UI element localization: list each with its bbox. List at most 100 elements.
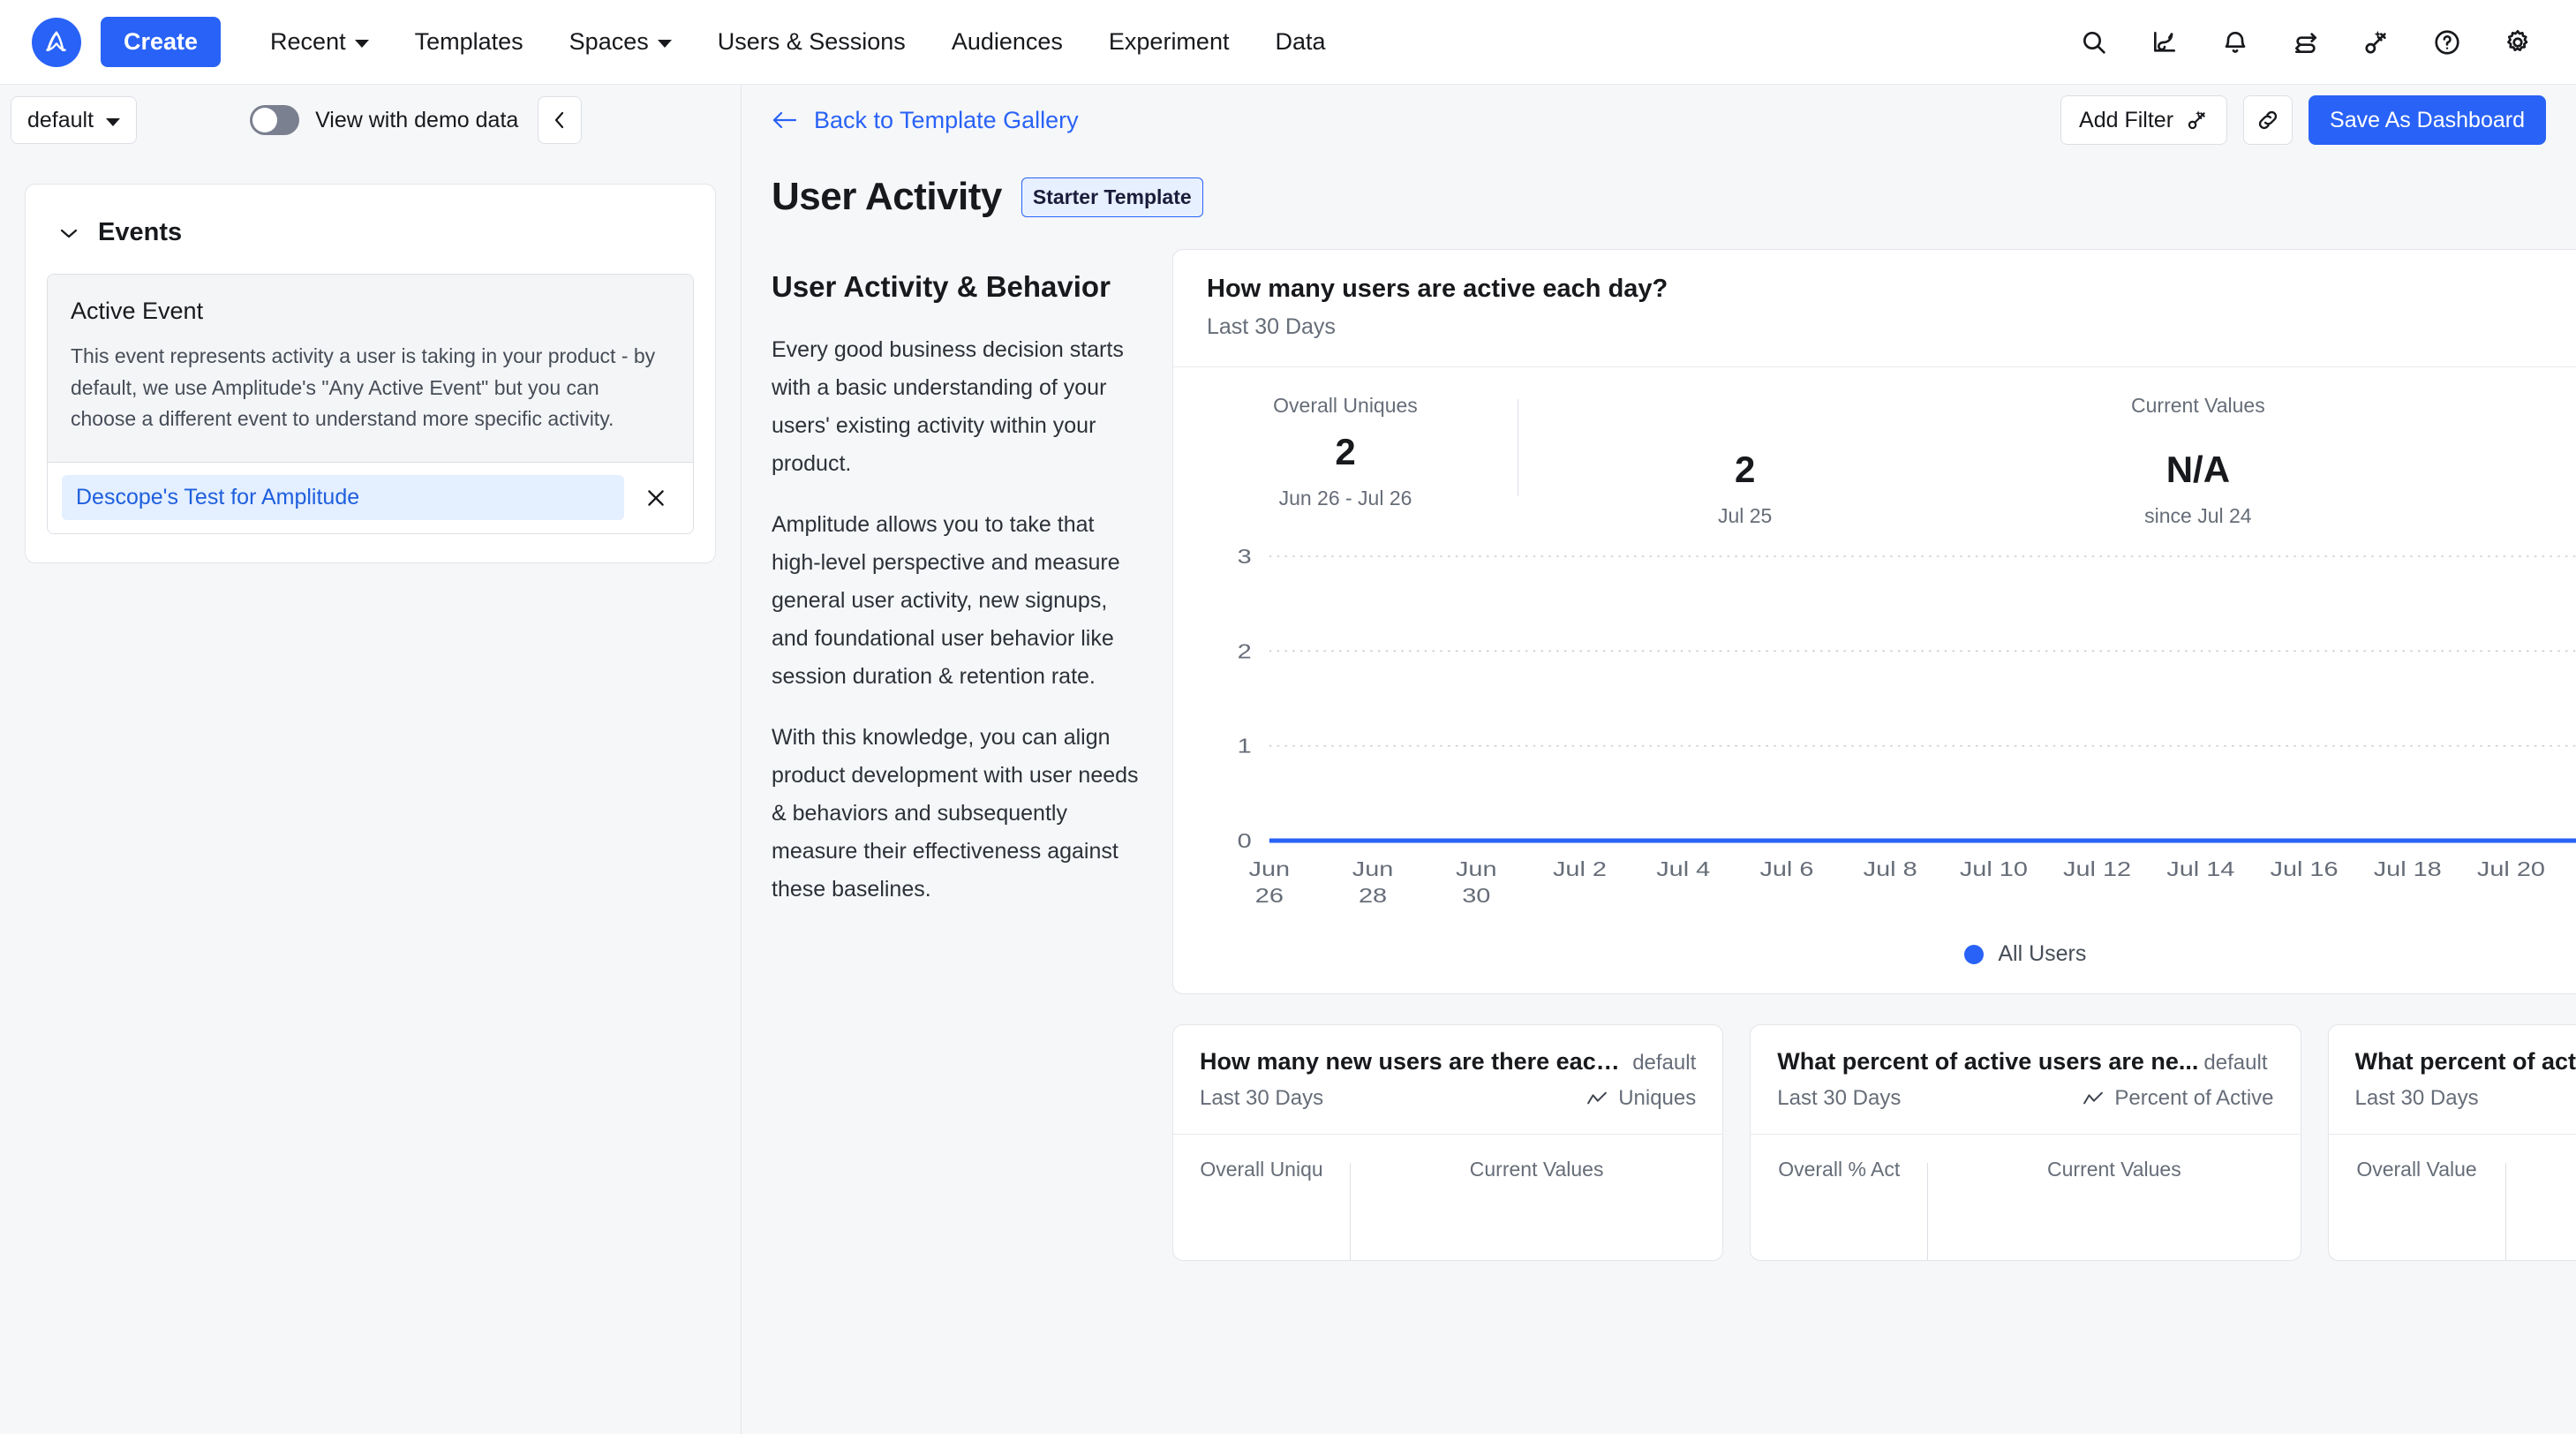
nav-icon-group — [2078, 26, 2544, 58]
x-axis-tick-label: Jul 4 — [1656, 857, 1710, 880]
help-circle-icon[interactable] — [2431, 26, 2463, 58]
chart-metric-type: Percent of Active — [2083, 1086, 2273, 1111]
legend-color-swatch — [1964, 945, 1984, 964]
x-axis-tick-label: Jun30 — [1456, 857, 1497, 907]
current-value-sub: since Jul 24 — [1971, 504, 2424, 528]
nav-item-label: Users & Sessions — [718, 28, 906, 56]
nav-item-label: Data — [1275, 28, 1325, 56]
nav-item-data[interactable]: Data — [1252, 28, 1348, 56]
back-to-template-gallery-link[interactable]: Back to Template Gallery — [772, 107, 1079, 134]
active-event-box: Active Event This event represents activ… — [47, 274, 694, 534]
sub-toolbar: default View with demo data Back to Temp… — [0, 85, 2576, 155]
magic-key-icon[interactable] — [2361, 26, 2392, 58]
sub-toolbar-right: Back to Template Gallery Add Filter — [742, 85, 2576, 155]
line-chart-icon — [1586, 1091, 1608, 1106]
chart-date-range: Last 30 Days — [1207, 314, 1336, 340]
project-select[interactable]: default — [11, 96, 137, 144]
sub-toolbar-actions: Add Filter Save As Dashboard — [2060, 95, 2546, 145]
x-axis-tick-label: Jul 2 — [1553, 857, 1607, 880]
bottom-chart-header: How many new users are there each ... de… — [1173, 1025, 1722, 1134]
chart-date-range: Last 30 Days — [2355, 1086, 2479, 1111]
overall-metric: Overall % Act — [1751, 1158, 1927, 1260]
y-axis-tick-label: 1 — [1238, 735, 1252, 758]
create-button[interactable]: Create — [101, 17, 221, 67]
main-chart-card[interactable]: How many users are active each day? defa… — [1172, 249, 2576, 994]
remove-event-button[interactable] — [633, 475, 679, 521]
bottom-cards-row: How many new users are there each ... de… — [1172, 1024, 2576, 1261]
events-section-title: Events — [98, 218, 182, 247]
current-value: N/A — [2425, 451, 2576, 488]
template-content: User Activity Starter Template User Acti… — [742, 155, 2576, 1434]
charts-column: How many users are active each day? defa… — [1172, 249, 2576, 1261]
search-icon[interactable] — [2078, 26, 2110, 58]
nav-item-spaces[interactable]: Spaces — [546, 28, 695, 56]
link-icon — [2256, 108, 2280, 132]
demo-data-toggle-label: View with demo data — [315, 108, 518, 133]
bottom-chart-body: Overall Value Current Values — [2329, 1134, 2576, 1260]
current-value: N/A — [1971, 451, 2424, 488]
nav-item-label: Recent — [270, 28, 346, 56]
x-axis-tick-label: Jul 6 — [1759, 857, 1813, 880]
y-axis-tick-label: 0 — [1238, 829, 1252, 852]
chart-metric-label: Uniques — [1618, 1086, 1696, 1111]
nav-item-experiment[interactable]: Experiment — [1086, 28, 1253, 56]
nav-item-recent[interactable]: Recent — [247, 28, 392, 56]
copy-link-button[interactable] — [2243, 95, 2293, 145]
chevron-left-icon — [551, 109, 569, 132]
events-card: Events Active Event This event represent… — [25, 184, 716, 563]
x-axis-tick-label: Jul 12 — [2063, 857, 2131, 880]
bottom-chart-body: Overall % Act Current Values — [1751, 1134, 2300, 1260]
overall-metric: Overall Value — [2329, 1158, 2505, 1260]
page-title-row: User Activity Starter Template — [742, 155, 2576, 249]
current-values-group: Current Values — [1351, 1158, 1722, 1260]
chart-legend: All Users — [1173, 922, 2576, 993]
bottom-chart-body: Overall Uniqu Current Values — [1173, 1134, 1722, 1260]
demo-data-toggle[interactable] — [250, 105, 299, 135]
amplitude-logo[interactable] — [32, 18, 81, 67]
gear-icon[interactable] — [2502, 26, 2534, 58]
metrics-row: Overall Uniques 2 Jun 26 - Jul 26 Curren… — [1173, 367, 2576, 542]
current-values-label: Current Values — [1518, 394, 2576, 418]
nav-item-templates[interactable]: Templates — [392, 28, 546, 56]
collapse-panel-button[interactable] — [538, 96, 582, 144]
demo-data-toggle-group: View with demo data — [250, 105, 518, 135]
bottom-chart-card[interactable]: What percent of active users are ne... d… — [1750, 1024, 2301, 1261]
active-event-title: Active Event — [71, 298, 670, 325]
chart-owner: default — [2203, 1051, 2267, 1076]
events-section-header[interactable]: Events — [59, 218, 694, 247]
nav-item-audiences[interactable]: Audiences — [929, 28, 1086, 56]
starter-template-badge: Starter Template — [1021, 177, 1203, 217]
chevron-down-icon — [658, 40, 672, 48]
line-chart[interactable]: 0123Jun26Jun28Jun30Jul 2Jul 4Jul 6Jul 8J… — [1173, 542, 2576, 922]
legend-label: All Users — [1998, 941, 2086, 967]
bottom-chart-card[interactable]: What percent of active users are ret... … — [2328, 1024, 2576, 1261]
x-axis-tick-label: Jul 18 — [2374, 857, 2442, 880]
main-nav-items: Recent Templates Spaces Users & Sessions… — [247, 28, 1348, 56]
x-axis-tick-label: Jul 20 — [2477, 857, 2545, 880]
chart-question: How many new users are there each ... — [1200, 1048, 1627, 1076]
bottom-chart-header: What percent of active users are ret... … — [2329, 1025, 2576, 1134]
bottom-chart-card[interactable]: How many new users are there each ... de… — [1172, 1024, 1723, 1261]
back-link-label: Back to Template Gallery — [814, 107, 1079, 134]
description-paragraph: With this knowledge, you can align produ… — [772, 719, 1142, 909]
sub-toolbar-left: default View with demo data — [0, 85, 742, 155]
swap-arrows-icon[interactable] — [2290, 26, 2322, 58]
description-paragraph: Amplitude allows you to take that high-l… — [772, 506, 1142, 696]
overall-metric: Overall Uniqu — [1173, 1158, 1350, 1260]
current-values-label: Current Values — [2506, 1158, 2576, 1181]
bell-icon[interactable] — [2219, 26, 2251, 58]
current-values-label: Current Values — [1351, 1158, 1722, 1181]
selected-event-chip[interactable]: Descope's Test for Amplitude — [62, 475, 624, 520]
content-grid: User Activity & Behavior Every good busi… — [742, 249, 2576, 1261]
x-axis-tick-label: Jul 16 — [2271, 857, 2339, 880]
current-value-item: N/A since Jul 24 — [1971, 435, 2424, 528]
analytics-icon[interactable] — [2149, 26, 2181, 58]
events-sidebar: Events Active Event This event represent… — [0, 155, 742, 1434]
current-value-sub: since Jun 26 — [2425, 504, 2576, 528]
nav-item-users-sessions[interactable]: Users & Sessions — [695, 28, 929, 56]
description-paragraph: Every good business decision starts with… — [772, 331, 1142, 483]
add-filter-button[interactable]: Add Filter — [2060, 95, 2227, 145]
save-as-dashboard-button[interactable]: Save As Dashboard — [2309, 95, 2546, 145]
chart-question: What percent of active users are ret... — [2355, 1048, 2576, 1076]
chevron-down-icon — [355, 40, 369, 48]
